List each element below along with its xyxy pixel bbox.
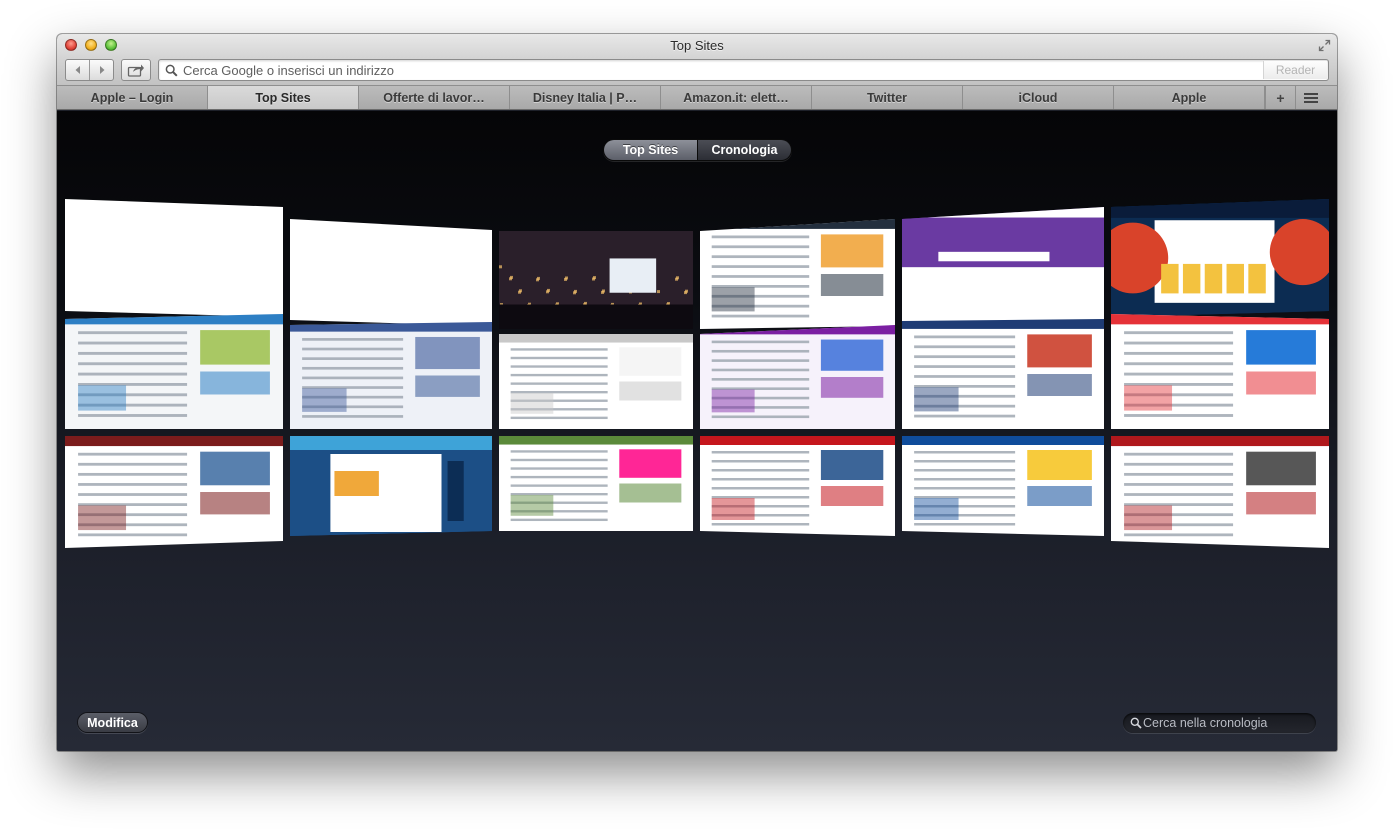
search-icon	[1130, 717, 1142, 729]
top-site-tile[interactable]	[499, 231, 693, 329]
site-thumbnail	[65, 314, 283, 417]
top-site-tile[interactable]	[1111, 436, 1329, 548]
top-sites-wall	[57, 111, 1337, 548]
new-tab-button[interactable]: +	[1265, 86, 1295, 109]
history-search-input[interactable]	[1143, 714, 1308, 732]
site-thumbnail	[290, 436, 492, 536]
address-bar[interactable]: Reader	[158, 59, 1329, 81]
top-site-tile[interactable]	[65, 436, 283, 548]
site-thumbnail	[290, 322, 492, 418]
tab-bar: Apple – Login Top Sites Offerte di lavor…	[57, 86, 1337, 110]
list-icon	[1303, 92, 1318, 103]
chevron-left-icon	[75, 66, 80, 74]
tab-icloud[interactable]: iCloud	[963, 86, 1114, 109]
top-site-tile[interactable]	[290, 436, 492, 536]
tab-twitter[interactable]: Twitter	[812, 86, 963, 109]
top-site-tile[interactable]	[290, 219, 492, 326]
tab-disney-italia[interactable]: Disney Italia | P…	[510, 86, 661, 109]
top-site-tile[interactable]	[290, 322, 492, 429]
tab-apple-login[interactable]: Apple – Login	[57, 86, 208, 109]
top-site-tile[interactable]	[65, 314, 283, 429]
top-site-tile[interactable]	[1111, 199, 1329, 317]
search-icon	[165, 64, 178, 77]
reader-button[interactable]: Reader	[1263, 61, 1327, 79]
site-thumbnail	[1111, 199, 1329, 317]
chevron-right-icon	[99, 66, 105, 74]
site-thumbnail	[1111, 436, 1329, 537]
back-button[interactable]	[66, 60, 89, 80]
address-input[interactable]	[183, 61, 1263, 79]
top-site-tile[interactable]	[700, 325, 895, 429]
site-thumbnail	[700, 325, 895, 419]
share-icon	[127, 64, 144, 77]
top-site-tile[interactable]	[700, 436, 895, 536]
site-thumbnail	[902, 436, 1104, 526]
site-thumbnail	[902, 319, 1104, 418]
history-search[interactable]	[1123, 713, 1316, 733]
navigation-buttons	[65, 59, 114, 81]
edit-button[interactable]: Modifica	[77, 712, 148, 733]
title-toolbar: Top Sites Reader	[57, 34, 1337, 86]
tab-list-button[interactable]	[1295, 86, 1325, 109]
top-site-tile[interactable]	[700, 219, 895, 329]
site-thumbnail	[700, 219, 895, 318]
window-title: Top Sites	[670, 38, 724, 53]
site-thumbnail	[902, 207, 1104, 325]
tab-offerte-lavoro[interactable]: Offerte di lavor…	[359, 86, 510, 109]
tab-amazon[interactable]: Amazon.it: elett…	[661, 86, 812, 109]
top-site-tile[interactable]	[902, 207, 1104, 325]
top-site-tile[interactable]	[902, 436, 1104, 536]
top-site-tile[interactable]	[499, 334, 693, 429]
fullscreen-icon[interactable]	[1318, 39, 1331, 52]
top-sites-view: Top Sites Cronologia Modifica	[57, 111, 1337, 751]
site-thumbnail	[700, 436, 895, 526]
top-site-tile[interactable]	[1111, 314, 1329, 429]
top-site-tile[interactable]	[499, 436, 693, 531]
site-thumbnail	[1111, 314, 1329, 417]
top-site-tile[interactable]	[65, 199, 283, 317]
safari-window: Top Sites Reader	[57, 34, 1337, 751]
tab-top-sites[interactable]: Top Sites	[208, 86, 359, 109]
forward-button[interactable]	[89, 60, 113, 80]
share-button[interactable]	[121, 59, 151, 81]
site-thumbnail	[499, 334, 693, 420]
top-site-tile[interactable]	[902, 319, 1104, 429]
site-thumbnail	[65, 436, 283, 537]
site-thumbnail	[499, 231, 693, 329]
site-thumbnail	[499, 436, 693, 522]
tab-apple[interactable]: Apple	[1114, 86, 1265, 109]
